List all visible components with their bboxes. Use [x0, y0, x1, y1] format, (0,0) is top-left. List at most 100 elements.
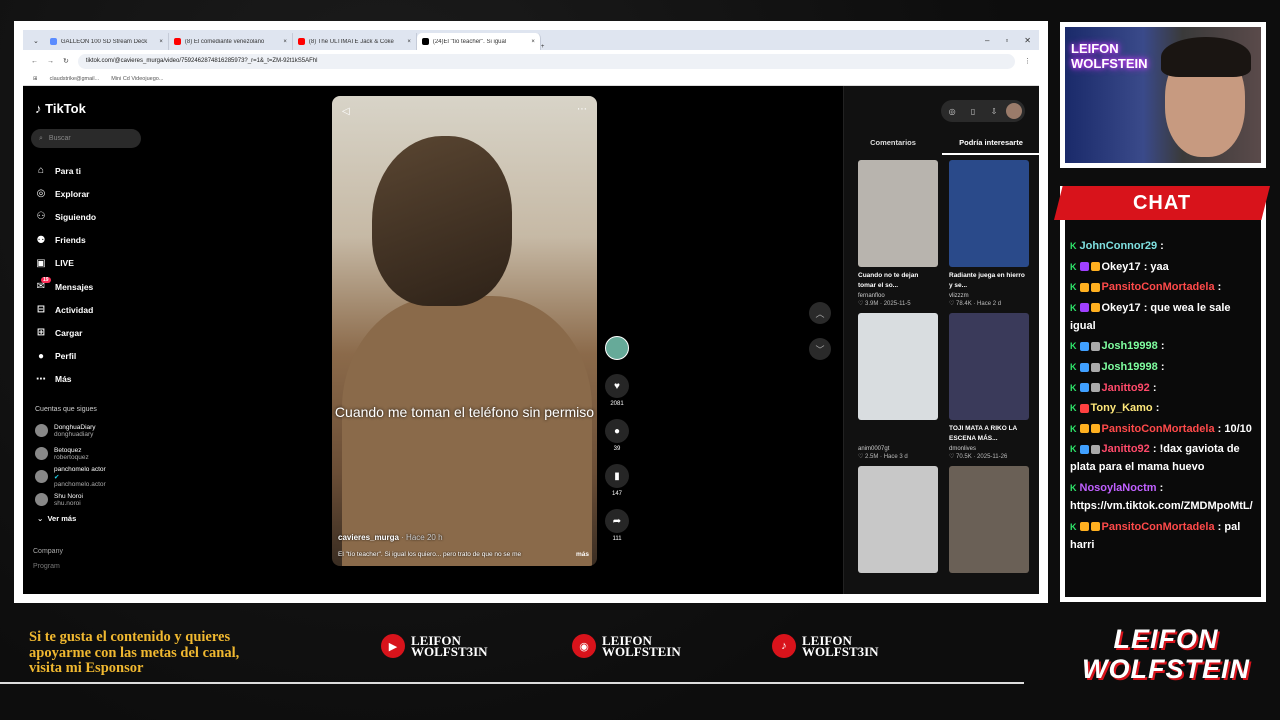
search-input[interactable]: ⌕ Buscar — [31, 129, 141, 148]
bookmark-item[interactable]: Mini Cd Videojuego... — [111, 76, 163, 82]
suggested-video[interactable]: TOJI MATA A RIKO LA ESCENA MÁS... dmonliv… — [949, 313, 1029, 460]
video-author[interactable]: cavieres_murga · Hace 20 h — [338, 533, 443, 542]
apps-icon[interactable]: ⊞ — [33, 76, 38, 82]
video-player[interactable]: ◁ ⋯ Cuando me toman el teléfono sin perm… — [332, 96, 597, 566]
suggested-video[interactable] — [858, 466, 938, 573]
browser-tab[interactable]: (24)El "tío teacher". Si igual × — [416, 33, 541, 50]
download-icon[interactable]: ⇩ — [991, 107, 998, 116]
suggested-video[interactable]: Cuando no te dejan tomar el so... fernanf… — [858, 160, 938, 307]
social-handle: LEIFON WOLFSTEIN — [602, 634, 681, 658]
like-button[interactable]: ♥ — [605, 374, 629, 398]
social-link[interactable]: ♪ LEIFON WOLFST3IN — [772, 634, 879, 658]
chat-message: K Tony_Kamo : — [1070, 399, 1256, 417]
chat-message: K NosoylaNoctm : https://vm.tiktok.com/ZM… — [1070, 479, 1256, 515]
phone-icon[interactable]: ▯ — [971, 107, 975, 116]
tab-search-icon[interactable]: ⌄ — [27, 37, 45, 50]
forward-icon[interactable]: → — [47, 58, 54, 65]
browser-tab[interactable]: GALLEON 100 SD Stream Deck × — [45, 33, 169, 50]
following-item[interactable]: panchomelo actor ✔ panchomelo.actor — [35, 465, 106, 488]
sidebar-item-siguiendo[interactable]: ⚇ Siguiendo — [35, 205, 97, 228]
sidebar-item-live[interactable]: ▣ LIVE — [35, 252, 96, 275]
next-video-button[interactable]: ﹀ — [809, 338, 831, 360]
suggested-video[interactable]: Radiante juega en hierro y se... vlizzzm ♡… — [949, 160, 1029, 307]
close-tab-icon[interactable]: × — [407, 39, 411, 45]
window-controls: – ▫ ✕ — [977, 36, 1039, 50]
social-line-2: WOLFST3IN — [411, 644, 488, 659]
coin-icon[interactable]: ◎ — [949, 107, 956, 116]
maximize-icon[interactable]: ▫ — [1005, 36, 1008, 45]
video-thumbnail[interactable] — [858, 160, 938, 267]
video-more-icon[interactable]: ⋯ — [577, 104, 587, 115]
sidebar-item-actividad[interactable]: ⊟ Actividad — [35, 298, 96, 321]
home-icon: ⌂ — [37, 165, 45, 177]
like-count: 2081 — [610, 401, 624, 407]
previous-video-button[interactable]: ︿ — [809, 302, 831, 324]
social-link[interactable]: ◉ LEIFON WOLFSTEIN — [572, 634, 681, 658]
close-window-icon[interactable]: ✕ — [1024, 36, 1031, 45]
video-thumbnail[interactable] — [858, 466, 938, 573]
video-thumbnail[interactable] — [949, 466, 1029, 573]
see-more-link[interactable]: ⌄ Ver más — [37, 514, 76, 523]
tab-recommended[interactable]: Podría interesarte — [942, 134, 1039, 155]
sidebar-item-friends[interactable]: ⚉ Friends — [35, 229, 96, 252]
video-thumbnail[interactable] — [858, 313, 938, 420]
close-tab-icon[interactable]: × — [159, 39, 163, 45]
chat-username: Janitto92 — [1101, 381, 1150, 394]
bookmark-item[interactable]: claudstrike@gmail... — [50, 76, 100, 82]
following-item[interactable]: DonghuaDiary donghuadiary — [35, 419, 106, 442]
chevron-down-icon: ⌄ — [37, 514, 44, 523]
sidebar-item-perfil[interactable]: ● Perfil — [35, 345, 96, 368]
social-handle: LEIFON WOLFST3IN — [411, 634, 488, 659]
new-tab-icon[interactable]: + — [541, 44, 545, 50]
kick-badge-icon: K — [1070, 361, 1077, 372]
social-link[interactable]: ▶ LEIFON WOLFST3IN — [381, 634, 488, 658]
extensions-icon[interactable]: ⋮ — [1024, 57, 1031, 65]
minimize-icon[interactable]: – — [985, 36, 989, 45]
save-button[interactable]: ▮ — [605, 464, 629, 488]
comment-button[interactable]: ● — [605, 419, 629, 443]
following-item[interactable]: Shu Noroi shu.noroi — [35, 488, 106, 511]
program-link[interactable]: Program — [33, 563, 60, 570]
close-tab-icon[interactable]: × — [531, 39, 535, 45]
chat-badge-icon — [1079, 303, 1089, 313]
my-avatar[interactable] — [1006, 103, 1022, 119]
brand-line: LEIFON — [1113, 624, 1219, 654]
tab-title: (24)El "tío teacher". Si igual — [432, 38, 507, 45]
following-text: Betoquez robertoquez — [54, 447, 89, 461]
close-tab-icon[interactable]: × — [283, 39, 287, 45]
sidebar-item-para-ti[interactable]: ⌂ Para ti — [35, 159, 96, 182]
suggested-video[interactable]: anim0007gt ♡ 2.5M · Hace 3 d — [858, 313, 938, 460]
sidebar-item-explorar[interactable]: ◎ Explorar — [35, 182, 96, 205]
url-field[interactable]: tiktok.com/@cavieres_murga/video/7592462… — [77, 53, 1015, 69]
chat-frame: K JohnConnor29 : K Okey17 : yaa K PansitoConM… — [1060, 186, 1266, 602]
video-thumbnail[interactable] — [949, 313, 1029, 420]
browser-tab[interactable]: (8) El comediante venezolano × — [169, 33, 293, 50]
upload-icon: ⊞ — [36, 327, 46, 339]
share-button[interactable]: ➦ — [605, 509, 629, 533]
chat-badge-icon — [1090, 303, 1100, 313]
chat-text: : 10/10 — [1214, 422, 1252, 435]
following-text: DonghuaDiary donghuadiary — [54, 424, 96, 438]
suggested-title: TOJI MATA A RIKO LA ESCENA MÁS... — [949, 425, 1018, 442]
reload-icon[interactable]: ↻ — [63, 57, 69, 65]
tiktok-logo[interactable]: ♪ TikTok — [35, 101, 86, 116]
chat-text: : yaa — [1140, 260, 1169, 273]
following-item[interactable]: Betoquez robertoquez — [35, 442, 106, 465]
sidebar-item-más[interactable]: ⋯ Más — [35, 368, 96, 391]
chat-text: : — [1152, 402, 1160, 415]
creator-avatar[interactable] — [605, 336, 629, 360]
following-name: panchomelo actor — [54, 465, 106, 473]
brand-line: WOLFSTEIN — [1082, 654, 1250, 684]
video-thumbnail[interactable] — [949, 160, 1029, 267]
company-link[interactable]: Company — [33, 548, 63, 555]
sidebar-item-mensajes[interactable]: ✉ 19 Mensajes — [35, 275, 96, 298]
video-more-link[interactable]: más — [576, 551, 589, 558]
suggested-video[interactable] — [949, 466, 1029, 573]
volume-icon[interactable]: ◁ — [342, 106, 350, 117]
sidebar-item-cargar[interactable]: ⊞ Cargar — [35, 321, 96, 344]
browser-tab[interactable]: (8) The ULTIMATE Jack & Coke × — [293, 33, 417, 50]
tab-comments[interactable]: Comentarios — [844, 134, 942, 155]
back-icon[interactable]: ← — [31, 58, 38, 65]
sidebar-item-label: Friends — [55, 235, 86, 246]
suggested-meta: ♡ 2.5M · Hace 3 d — [858, 454, 908, 460]
